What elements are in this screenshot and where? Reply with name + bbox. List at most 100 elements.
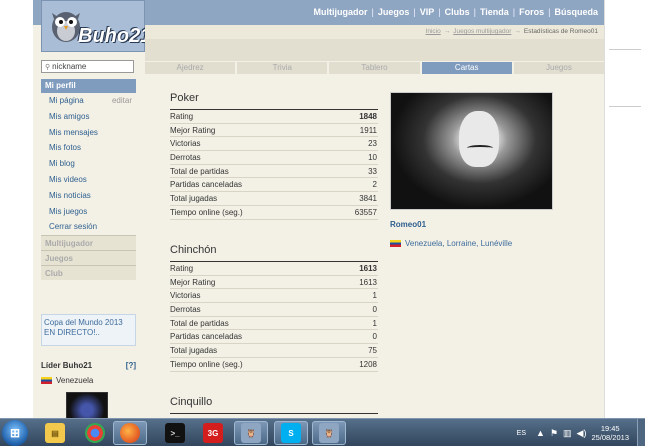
- leader-help-link[interactable]: [?]: [126, 361, 136, 370]
- network-icon[interactable]: ▥: [563, 428, 572, 439]
- table-row: Rating 1848: [170, 110, 378, 124]
- nav-link-foros[interactable]: Foros: [519, 7, 544, 17]
- profile-name[interactable]: Romeo01: [390, 220, 426, 229]
- nav-separator: |: [512, 7, 516, 17]
- nav-link-bsqueda[interactable]: Búsqueda: [554, 7, 598, 17]
- breadcrumb: Inicio → Juegos multijugador → Estadísticas …: [145, 25, 604, 39]
- leader-country-name: Venezuela: [56, 376, 94, 386]
- taskbar-skype-button[interactable]: S: [274, 421, 308, 445]
- tab-cartas[interactable]: Cartas: [421, 62, 512, 74]
- stat-value: 2: [372, 180, 377, 190]
- sidebar-category[interactable]: Juegos: [41, 250, 136, 266]
- nav-separator: |: [473, 7, 476, 17]
- language-indicator[interactable]: ES: [517, 430, 526, 437]
- nav-link-juegos[interactable]: Juegos: [378, 7, 410, 17]
- tab-juegos[interactable]: Juegos: [513, 62, 604, 74]
- sidebar-item[interactable]: Mis noticias: [41, 188, 136, 204]
- stat-value: 23: [368, 139, 377, 149]
- tab-ajedrez[interactable]: Ajedrez: [145, 62, 236, 74]
- stats-table: Rating 1848 Mejor Rating 1911 Victorias 23 Der…: [170, 109, 378, 220]
- chrome-icon: [85, 423, 105, 443]
- sidebar-item[interactable]: Mi página editar: [41, 93, 136, 109]
- sidebar-item[interactable]: Cerrar sesión: [41, 219, 136, 235]
- logo-text: Buho21: [78, 25, 152, 47]
- stat-label: Partidas canceladas: [170, 332, 243, 342]
- sidebar: ⚲ nickname Mi perfil Mi página editar Mis …: [41, 60, 136, 418]
- nav-separator: |: [371, 7, 374, 17]
- stat-label: Rating: [170, 112, 194, 121]
- volume-icon[interactable]: ◀): [577, 428, 587, 439]
- mask-face: [459, 111, 499, 167]
- sidebar-category[interactable]: Multijugador: [41, 235, 136, 251]
- taskbar-file-explorer-button[interactable]: ▤: [38, 421, 72, 445]
- sidebar-item[interactable]: Mis fotos: [41, 140, 136, 156]
- sidebar-item[interactable]: Mis juegos: [41, 204, 136, 220]
- stat-value: 1613: [359, 264, 377, 273]
- stat-value: 63557: [354, 207, 377, 217]
- taskbar-chrome-button[interactable]: [78, 421, 112, 445]
- right-margin: [604, 0, 645, 418]
- sidebar-category[interactable]: Club: [41, 265, 136, 281]
- table-row: Mejor Rating 1911: [170, 124, 378, 138]
- sidebar-item-label: Mis mensajes: [49, 127, 98, 137]
- nav-link-vip[interactable]: VIP: [420, 7, 435, 17]
- taskbar-buho21-button[interactable]: 🦉: [312, 421, 346, 445]
- terminal-icon: >_: [165, 423, 185, 443]
- profile-location: Venezuela, Lorraine, Lunéville: [390, 239, 512, 248]
- header-band: [145, 39, 604, 61]
- show-desktop-button[interactable]: [637, 419, 645, 446]
- taskbar-terminal-button[interactable]: >_: [158, 421, 192, 445]
- stat-value: 0: [372, 332, 377, 342]
- section-title: Poker: [170, 92, 199, 104]
- game-tabs: Ajedrez Trivia Tablero Cartas Juegos: [145, 62, 604, 74]
- table-row: Rating 1613: [170, 262, 378, 276]
- table-row: Derrotas 10: [170, 151, 378, 165]
- file-explorer-icon: ▤: [45, 423, 65, 443]
- stat-value: 0: [372, 305, 377, 315]
- start-button[interactable]: ⊞: [2, 420, 28, 446]
- breadcrumb-item[interactable]: Juegos multijugador: [453, 28, 511, 35]
- breadcrumb-item[interactable]: Inicio: [426, 28, 441, 35]
- profile-location-text[interactable]: Venezuela, Lorraine, Lunéville: [405, 239, 512, 248]
- search-icon: ⚲: [45, 63, 51, 71]
- sidebar-item[interactable]: Mi blog: [41, 156, 136, 172]
- sidebar-item[interactable]: Mis videos: [41, 172, 136, 188]
- nav-link-multijugador[interactable]: Multijugador: [314, 7, 368, 17]
- leader-avatar[interactable]: [66, 392, 108, 418]
- section-title: Chinchón: [170, 244, 217, 256]
- flag-icon[interactable]: ⚑: [550, 428, 558, 439]
- firefox-icon: [120, 423, 140, 443]
- taskbar-3g-modem-button[interactable]: 3G: [196, 421, 230, 445]
- taskbar-buho21-button[interactable]: 🦉: [234, 421, 268, 445]
- breadcrumb-current: Estadísticas de Romeo01: [523, 28, 598, 35]
- buho21-icon: 🦉: [241, 423, 261, 443]
- tab-trivia[interactable]: Trivia: [237, 62, 328, 74]
- sidebar-item[interactable]: Mis amigos: [41, 109, 136, 125]
- profile-photo[interactable]: [390, 92, 553, 210]
- edit-link[interactable]: editar: [112, 96, 136, 109]
- leader-title: Líder Buho21: [41, 361, 93, 371]
- show-hidden-icons-icon[interactable]: ▲: [536, 428, 545, 438]
- table-row: Tiempo online (seg.) 1208: [170, 358, 378, 372]
- leader-section: Líder Buho21 [?]: [41, 361, 136, 370]
- table-row: Victorias 23: [170, 137, 378, 152]
- mask-mustache: [467, 145, 493, 151]
- search-input[interactable]: ⚲ nickname: [41, 60, 134, 73]
- table-row: Total de partidas 33: [170, 165, 378, 179]
- nav-link-tienda[interactable]: Tienda: [480, 7, 509, 17]
- table-row: Partidas canceladas 2: [170, 178, 378, 193]
- sidebar-item[interactable]: Mis mensajes: [41, 125, 136, 141]
- browser-page: Multijugador | Juegos | VIP | Clubs | Tienda | For…: [33, 0, 604, 418]
- clock-date: 25/08/2013: [591, 433, 629, 442]
- sidebar-header-profile[interactable]: Mi perfil: [41, 79, 136, 93]
- taskbar-firefox-button[interactable]: [113, 421, 147, 445]
- clock[interactable]: 19:45 25/08/2013: [591, 424, 629, 442]
- tab-tablero[interactable]: Tablero: [329, 62, 420, 74]
- sidebar-item-label: Mis videos: [49, 174, 87, 184]
- venezuela-flag-icon: [390, 240, 401, 247]
- stat-label: Derrotas: [170, 305, 201, 315]
- nav-separator: |: [413, 7, 416, 17]
- site-logo[interactable]: Buho21: [41, 0, 151, 52]
- promo-link[interactable]: Copa del Mundo 2013 EN DIRECTO!..: [41, 314, 136, 347]
- nav-link-clubs[interactable]: Clubs: [445, 7, 470, 17]
